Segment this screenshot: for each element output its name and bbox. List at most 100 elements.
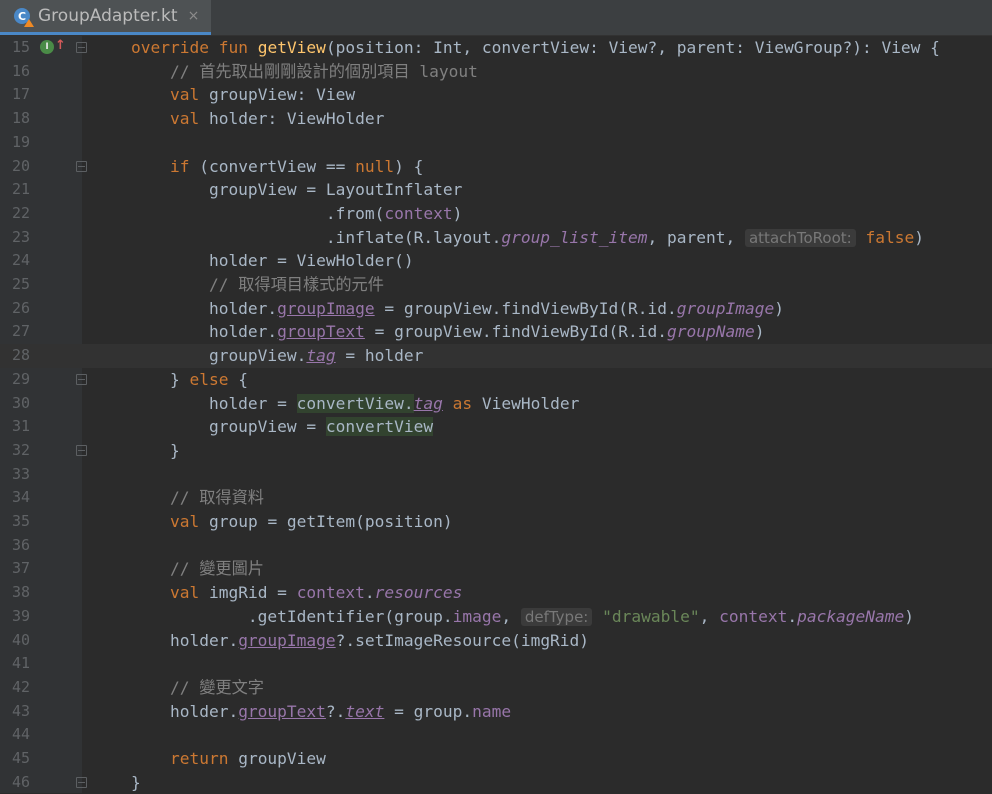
code-line[interactable]: 16 // 首先取出剛剛設計的個別項目 layout	[0, 60, 992, 84]
code-line[interactable]: 40 holder.groupImage?.setImageResource(i…	[0, 629, 992, 653]
code-text: holder.groupImage = groupView.findViewBy…	[92, 297, 784, 321]
code-token: groupImage	[277, 298, 375, 318]
code-line[interactable]: 19	[0, 131, 992, 155]
code-token: context	[296, 583, 365, 603]
code-line[interactable]: 46 }	[0, 771, 992, 794]
code-text: // 變更圖片	[92, 557, 264, 581]
code-token: .	[364, 583, 375, 603]
code-token: groupImage	[238, 630, 336, 650]
code-token: , parent,	[647, 227, 745, 247]
code-line[interactable]: 22 .from(context)	[0, 202, 992, 226]
code-line[interactable]: 37 // 變更圖片	[0, 557, 992, 581]
code-line[interactable]: 32 }	[0, 439, 992, 463]
code-token: = groupView.findViewById(R.id.	[374, 298, 677, 318]
line-number: 33	[11, 464, 30, 483]
code-token: }	[92, 440, 180, 460]
code-token: = groupView.findViewById(R.id.	[364, 322, 668, 342]
fold-marker-icon[interactable]	[76, 776, 87, 788]
fold-marker-icon[interactable]	[76, 160, 87, 172]
code-text: holder.groupText?.text = group.name	[92, 700, 511, 724]
code-line[interactable]: 30 holder = convertView.tag as ViewHolde…	[0, 392, 992, 416]
line-number: 25	[11, 275, 30, 293]
code-line[interactable]: 31 groupView = convertView	[0, 415, 992, 439]
code-token: override	[130, 38, 209, 57]
fold-marker-icon[interactable]	[76, 42, 87, 53]
code-token: val	[169, 512, 200, 531]
code-text: }	[92, 439, 180, 463]
code-text: .from(context)	[92, 202, 462, 226]
code-text: // 取得項目樣式的元件	[92, 273, 384, 297]
code-token: .inflate(R.layout.	[92, 227, 502, 247]
code-token: return	[169, 749, 229, 768]
code-token: holder.	[92, 322, 278, 342]
code-line[interactable]: 43 holder.groupText?.text = group.name	[0, 700, 992, 724]
code-token: ,	[501, 606, 521, 626]
override-arrow-icon[interactable]: ↑	[55, 38, 66, 54]
code-token: fun	[218, 38, 248, 57]
code-text: val group = getItem(position)	[92, 510, 453, 534]
code-line[interactable]: 29 } else {	[0, 368, 992, 392]
code-editor[interactable]: 15 I ↑ override fun getView(position: Int,…	[0, 36, 992, 793]
code-line[interactable]: 25 // 取得項目樣式的元件	[0, 273, 992, 297]
code-line[interactable]: 38 val imgRid = context.resources	[0, 581, 992, 605]
code-line[interactable]: 44	[0, 723, 992, 747]
line-number: 44	[11, 725, 30, 744]
implements-icon[interactable]: I	[40, 40, 54, 54]
code-token: ) {	[394, 156, 424, 176]
tab-label: GroupAdapter.kt	[38, 6, 178, 26]
line-number: 37	[11, 559, 30, 578]
code-line[interactable]: 18 val holder: ViewHolder	[0, 107, 992, 131]
line-number: 21	[11, 180, 30, 199]
code-line[interactable]: 36	[0, 534, 992, 558]
code-text: val groupView: View	[92, 83, 355, 107]
code-token: holder = ViewHolder()	[92, 251, 414, 271]
code-line[interactable]: 28 groupView.tag = holder	[0, 344, 992, 368]
line-number: 23	[11, 227, 30, 246]
code-line[interactable]: 33	[0, 463, 992, 487]
code-line[interactable]: 41	[0, 652, 992, 676]
close-icon[interactable]: ×	[188, 8, 200, 24]
code-text: if (convertView == null) {	[92, 155, 423, 179]
code-line[interactable]: 20 if (convertView == null) {	[0, 155, 992, 179]
code-line[interactable]: 27 holder.groupText = groupView.findView…	[0, 320, 992, 344]
code-token: // 變更文字	[169, 677, 264, 697]
code-line[interactable]: 35 val group = getItem(position)	[0, 510, 992, 534]
code-line[interactable]: 23 .inflate(R.layout.group_list_item, pa…	[0, 226, 992, 250]
code-line[interactable]: 26 holder.groupImage = groupView.findVie…	[0, 297, 992, 321]
code-line[interactable]: 34 // 取得資料	[0, 486, 992, 510]
code-token: holder =	[92, 393, 297, 413]
fold-marker-icon[interactable]	[76, 444, 87, 456]
code-line[interactable]: 42 // 變更文字	[0, 676, 992, 700]
code-token: // 首先取出剛剛設計的個別項目 layout	[169, 61, 478, 81]
code-token: convertView.	[296, 393, 414, 413]
code-line[interactable]: 39 .getIdentifier(group.image, defType: …	[0, 605, 992, 629]
line-number: 46	[11, 772, 30, 791]
code-line[interactable]: 17 val groupView: View	[0, 83, 992, 107]
fold-marker-icon[interactable]	[76, 373, 87, 385]
code-token: val	[169, 85, 200, 105]
line-number: 15	[11, 38, 30, 56]
code-token: context	[719, 606, 788, 626]
line-number: 29	[11, 369, 30, 388]
code-token: groupView.	[92, 346, 307, 366]
code-token: image	[452, 606, 502, 626]
code-line[interactable]: 45 return groupView	[0, 747, 992, 771]
code-line[interactable]: 15 I ↑ override fun getView(position: Int,…	[0, 36, 992, 60]
code-text: .inflate(R.layout.group_list_item, paren…	[92, 226, 924, 251]
tab-groupadapter[interactable]: C GroupAdapter.kt ×	[0, 0, 211, 35]
code-token: (position: Int, convertView: View?, pare…	[325, 38, 940, 57]
code-line[interactable]: 24 holder = ViewHolder()	[0, 249, 992, 273]
code-token: val	[169, 109, 200, 129]
code-token: )	[754, 322, 765, 342]
code-line[interactable]: 21 groupView = LayoutInflater	[0, 178, 992, 202]
code-token: ,	[699, 606, 720, 626]
code-token: )	[914, 227, 924, 247]
code-text: val holder: ViewHolder	[92, 107, 384, 131]
